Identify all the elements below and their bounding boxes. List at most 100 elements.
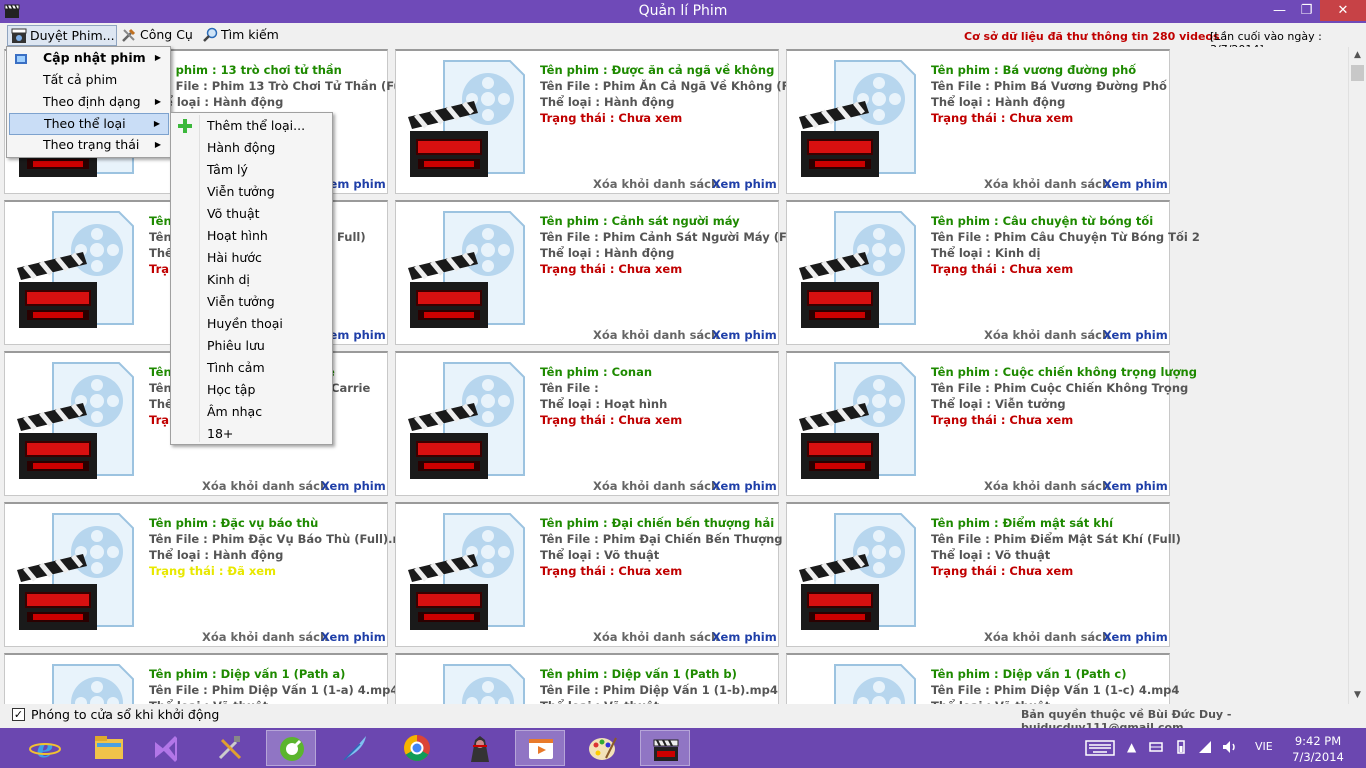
action-center-icon[interactable] xyxy=(1149,740,1163,754)
duyet-phim-dropdown: Cập nhật phim ▶ Tất cả phim Theo định dạ… xyxy=(6,46,171,158)
movie-status: Trạng thái : Chưa xem xyxy=(931,413,1074,427)
chrome-icon[interactable] xyxy=(392,730,442,766)
movie-clapper-icon[interactable] xyxy=(640,730,690,766)
dropdown-item-trang-thai[interactable]: Theo trạng thái ▶ xyxy=(9,135,169,157)
remove-from-list-link[interactable]: Xóa khỏi danh sách xyxy=(984,630,1110,644)
keyboard-icon[interactable] xyxy=(1085,740,1115,756)
remove-from-list-link[interactable]: Xóa khỏi danh sách xyxy=(593,630,719,644)
submenu-item-label: Phiêu lưu xyxy=(207,338,265,353)
movie-file: Tên File : Phim Diệp Vấn 1 (1-a) 4.mp4 xyxy=(149,683,399,697)
movie-status: Trạng thái : Chưa xem xyxy=(931,262,1074,276)
minimize-button[interactable]: — xyxy=(1266,0,1293,21)
dropdown-item-dinh-dang[interactable]: Theo định dạng ▶ xyxy=(9,92,169,114)
watch-movie-link[interactable]: Xem phim xyxy=(712,630,777,644)
movie-genre: Thể loại : Hoạt hình xyxy=(540,397,668,411)
remove-from-list-link[interactable]: Xóa khỏi danh sách xyxy=(593,479,719,493)
submenu-item-genre[interactable]: Học tập xyxy=(173,379,330,401)
watch-movie-link[interactable]: Xem phim xyxy=(1103,630,1168,644)
submenu-item-genre[interactable]: Viễn tưởng xyxy=(173,181,330,203)
remove-from-list-link[interactable]: Xóa khỏi danh sách xyxy=(593,328,719,342)
file-explorer-icon[interactable] xyxy=(84,730,134,766)
submenu-item-genre[interactable]: Tâm lý xyxy=(173,159,330,181)
input-language[interactable]: VIE xyxy=(1255,740,1273,753)
movie-status: Trạng thái : Đã xem xyxy=(149,564,277,578)
menu-tim-kiem[interactable]: Tìm kiếm xyxy=(199,25,284,46)
movie-name: Tên xyxy=(149,365,172,379)
startup-maximize-checkbox[interactable]: ✓ xyxy=(12,708,25,721)
remove-from-list-link[interactable]: Xóa khỏi danh sách xyxy=(593,177,719,191)
movie-file: Tên File : Phim 13 Trò Chơi Tử Thần (Ful… xyxy=(149,79,415,93)
submenu-item-label: Tình cảm xyxy=(207,360,265,375)
media-player-icon[interactable] xyxy=(515,730,565,766)
watch-movie-link[interactable]: Xem phim xyxy=(1103,328,1168,342)
ie-icon[interactable]: e xyxy=(20,730,70,766)
submenu-item-genre[interactable]: Hài hước xyxy=(173,247,330,269)
watch-movie-link[interactable]: Xem phim xyxy=(712,328,777,342)
remove-from-list-link[interactable]: Xóa khỏi danh sách xyxy=(202,479,328,493)
submenu-item-genre[interactable]: Âm nhạc xyxy=(173,401,330,423)
movie-file: Tên File : Phim Diệp Vấn 1 (1-c) 4.mp4 xyxy=(931,683,1180,697)
menu-bar: Duyệt Phim... Công Cụ Tìm kiếm Cơ sở dữ … xyxy=(0,23,1366,56)
dropdown-item-label: Tất cả phim xyxy=(43,72,118,87)
submenu-item-genre[interactable]: Hoạt hình xyxy=(173,225,330,247)
submenu-item-genre[interactable]: Viễn tưởng xyxy=(173,291,330,313)
visual-studio-icon[interactable] xyxy=(141,730,191,766)
movie-genre: Thể loại : Hành động xyxy=(931,95,1066,109)
movie-name: Tên phim : Bá vương đường phố xyxy=(931,63,1137,77)
submenu-item-label: Hoạt hình xyxy=(207,228,268,243)
scroll-thumb[interactable] xyxy=(1351,65,1364,81)
watch-movie-link[interactable]: Xem phim xyxy=(1103,177,1168,191)
submenu-item-label: 18+ xyxy=(207,426,234,441)
maximize-button[interactable]: ❐ xyxy=(1293,0,1320,21)
battery-icon[interactable] xyxy=(1174,740,1188,754)
camtasia-icon[interactable] xyxy=(266,730,316,766)
movie-name: Tên phim : Câu chuyện từ bóng tối xyxy=(931,214,1154,228)
submenu-arrow-icon: ▶ xyxy=(154,97,161,106)
watch-movie-link[interactable]: Xem phim xyxy=(321,479,386,493)
dropdown-item-cap-nhat[interactable]: Cập nhật phim ▶ xyxy=(9,48,169,70)
tools-icon[interactable] xyxy=(206,730,256,766)
watch-movie-link[interactable]: Xem phim xyxy=(712,479,777,493)
remove-from-list-link[interactable]: Xóa khỏi danh sách xyxy=(202,630,328,644)
scroll-down-arrow-icon[interactable]: ▼ xyxy=(1349,687,1366,704)
movie-status: Trạng thái : Chưa xem xyxy=(540,111,683,125)
warrior-icon[interactable] xyxy=(455,730,505,766)
submenu-item-genre[interactable]: Võ thuật xyxy=(173,203,330,225)
paint-icon[interactable] xyxy=(578,730,628,766)
movie-status: Trạng thái : Chưa xem xyxy=(931,111,1074,125)
submenu-item-genre[interactable]: Tình cảm xyxy=(173,357,330,379)
submenu-item-genre[interactable]: Phiêu lưu xyxy=(173,335,330,357)
dropdown-item-the-loai[interactable]: Theo thể loại ▶ xyxy=(9,113,169,135)
submenu-item-genre[interactable]: Hành động xyxy=(173,137,330,159)
volume-icon[interactable] xyxy=(1222,740,1238,754)
movie-card: Tên phim : Câu chuyện từ bóng tối Tên Fil… xyxy=(786,200,1200,345)
menu-duyet-phim[interactable]: Duyệt Phim... xyxy=(7,25,117,46)
clock-time: 9:42 PM xyxy=(1294,734,1342,748)
remove-from-list-link[interactable]: Xóa khỏi danh sách xyxy=(984,177,1110,191)
submenu-item-label: Võ thuật xyxy=(207,206,260,221)
submenu-item-genre[interactable]: 18+ xyxy=(173,423,330,445)
clock[interactable]: 9:42 PM 7/3/2014 xyxy=(1288,733,1348,765)
menu-cong-cu[interactable]: Công Cụ xyxy=(118,25,200,46)
scroll-up-arrow-icon[interactable]: ▲ xyxy=(1349,47,1366,64)
submenu-item-genre[interactable]: Huyền thoại xyxy=(173,313,330,335)
wifi-icon[interactable] xyxy=(1198,740,1212,754)
watch-movie-link[interactable]: Xem phim xyxy=(321,630,386,644)
close-button[interactable]: ✕ xyxy=(1320,0,1366,21)
remove-from-list-link[interactable]: Xóa khỏi danh sách xyxy=(984,479,1110,493)
show-hidden-icons-icon[interactable]: ▲ xyxy=(1127,740,1136,754)
menu-timkiem-label: Tìm kiếm xyxy=(221,27,279,42)
remove-from-list-link[interactable]: Xóa khỏi danh sách xyxy=(984,328,1110,342)
movie-genre: Thể loại : Võ thuật xyxy=(540,548,660,562)
vertical-scrollbar[interactable]: ▲ ▼ xyxy=(1348,47,1366,704)
dropdown-item-tat-ca[interactable]: Tất cả phim xyxy=(9,70,169,92)
feather-icon[interactable] xyxy=(330,730,380,766)
movie-thumbnail-icon xyxy=(404,55,532,183)
movie-card: Tên phim : Diệp vấn 1 (Path c) Tên File :… xyxy=(786,653,1179,704)
watch-movie-link[interactable]: Xem phim xyxy=(1103,479,1168,493)
submenu-item-add-genre[interactable]: Thêm thể loại... xyxy=(173,115,330,137)
movie-name: Tên phim : Được ăn cả ngã về không xyxy=(540,63,775,77)
watch-movie-link[interactable]: Xem phim xyxy=(712,177,777,191)
movie-name: Tên phim : Conan xyxy=(540,365,653,379)
submenu-item-genre[interactable]: Kinh dị xyxy=(173,269,330,291)
